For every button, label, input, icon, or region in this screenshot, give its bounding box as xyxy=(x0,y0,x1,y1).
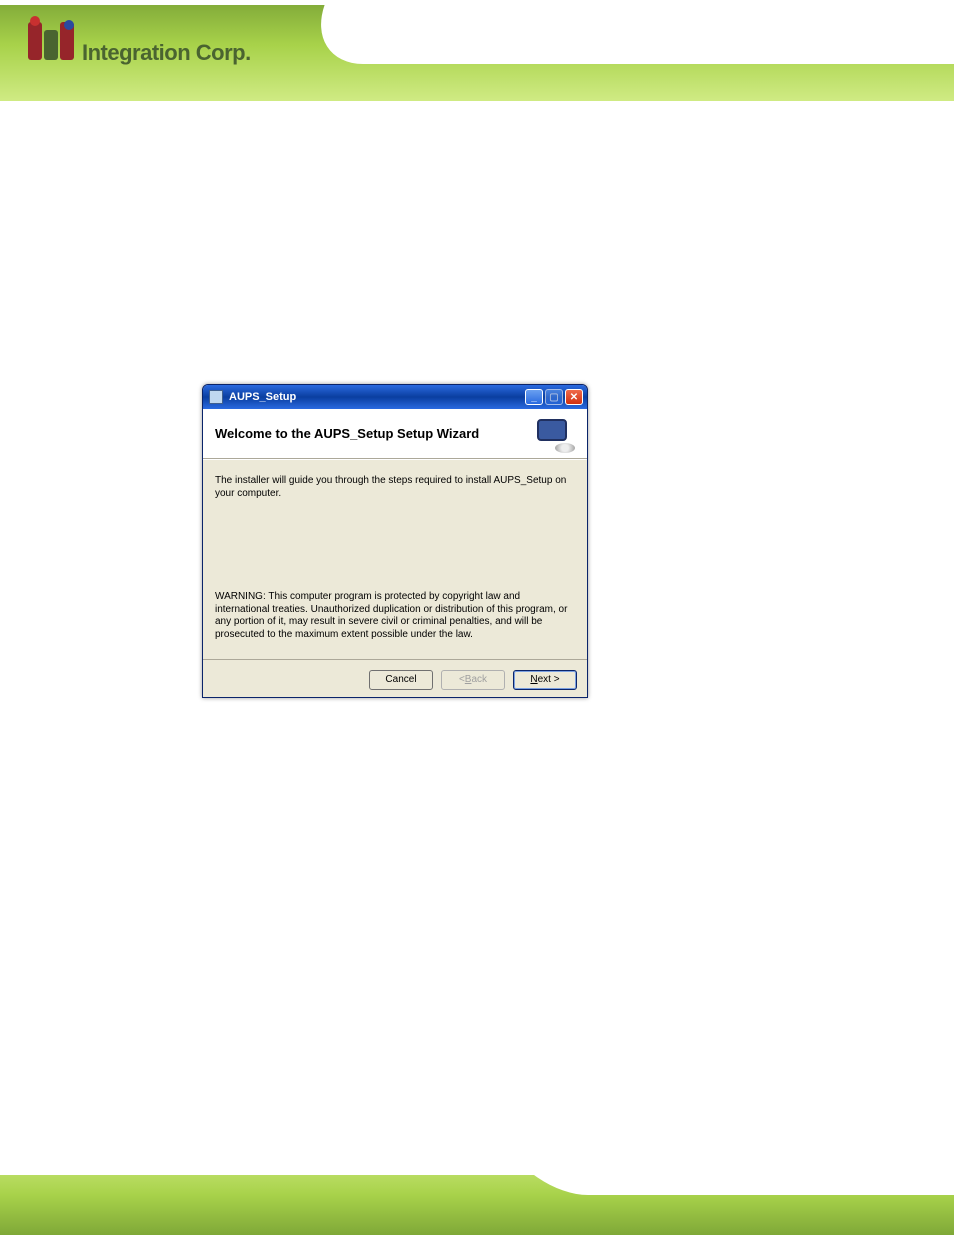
next-button[interactable]: Next > xyxy=(513,670,577,690)
titlebar[interactable]: AUPS_Setup _ ▢ ✕ xyxy=(203,385,587,409)
maximize-icon: ▢ xyxy=(545,389,563,405)
footer-swoop xyxy=(500,1135,954,1195)
close-icon[interactable]: ✕ xyxy=(565,389,583,405)
cancel-button[interactable]: Cancel xyxy=(369,670,433,690)
installer-icon xyxy=(209,390,223,404)
back-underline: B xyxy=(465,674,472,685)
back-button: < Back xyxy=(441,670,505,690)
page-footer-banner xyxy=(0,1135,954,1235)
window-title: AUPS_Setup xyxy=(229,391,519,403)
logo-mark xyxy=(28,22,74,60)
company-name: Integration Corp. xyxy=(82,40,251,66)
setup-wizard-dialog: AUPS_Setup _ ▢ ✕ Welcome to the AUPS_Set… xyxy=(202,384,588,698)
next-underline: N xyxy=(530,674,537,685)
minimize-icon[interactable]: _ xyxy=(525,389,543,405)
wizard-header: Welcome to the AUPS_Setup Setup Wizard xyxy=(203,409,587,459)
company-logo: Integration Corp. xyxy=(28,22,251,66)
banner-swoop xyxy=(303,4,954,64)
intro-text: The installer will guide you through the… xyxy=(215,474,575,500)
wizard-title: Welcome to the AUPS_Setup Setup Wizard xyxy=(215,426,519,441)
wizard-body: The installer will guide you through the… xyxy=(203,459,587,659)
computer-icon xyxy=(531,415,575,453)
page-header-banner: Integration Corp. xyxy=(0,0,954,113)
next-rest: ext > xyxy=(538,674,560,685)
wizard-button-row: Cancel < Back Next > xyxy=(203,659,587,698)
back-rest: ack xyxy=(471,674,487,685)
warning-text: WARNING: This computer program is protec… xyxy=(215,591,575,641)
